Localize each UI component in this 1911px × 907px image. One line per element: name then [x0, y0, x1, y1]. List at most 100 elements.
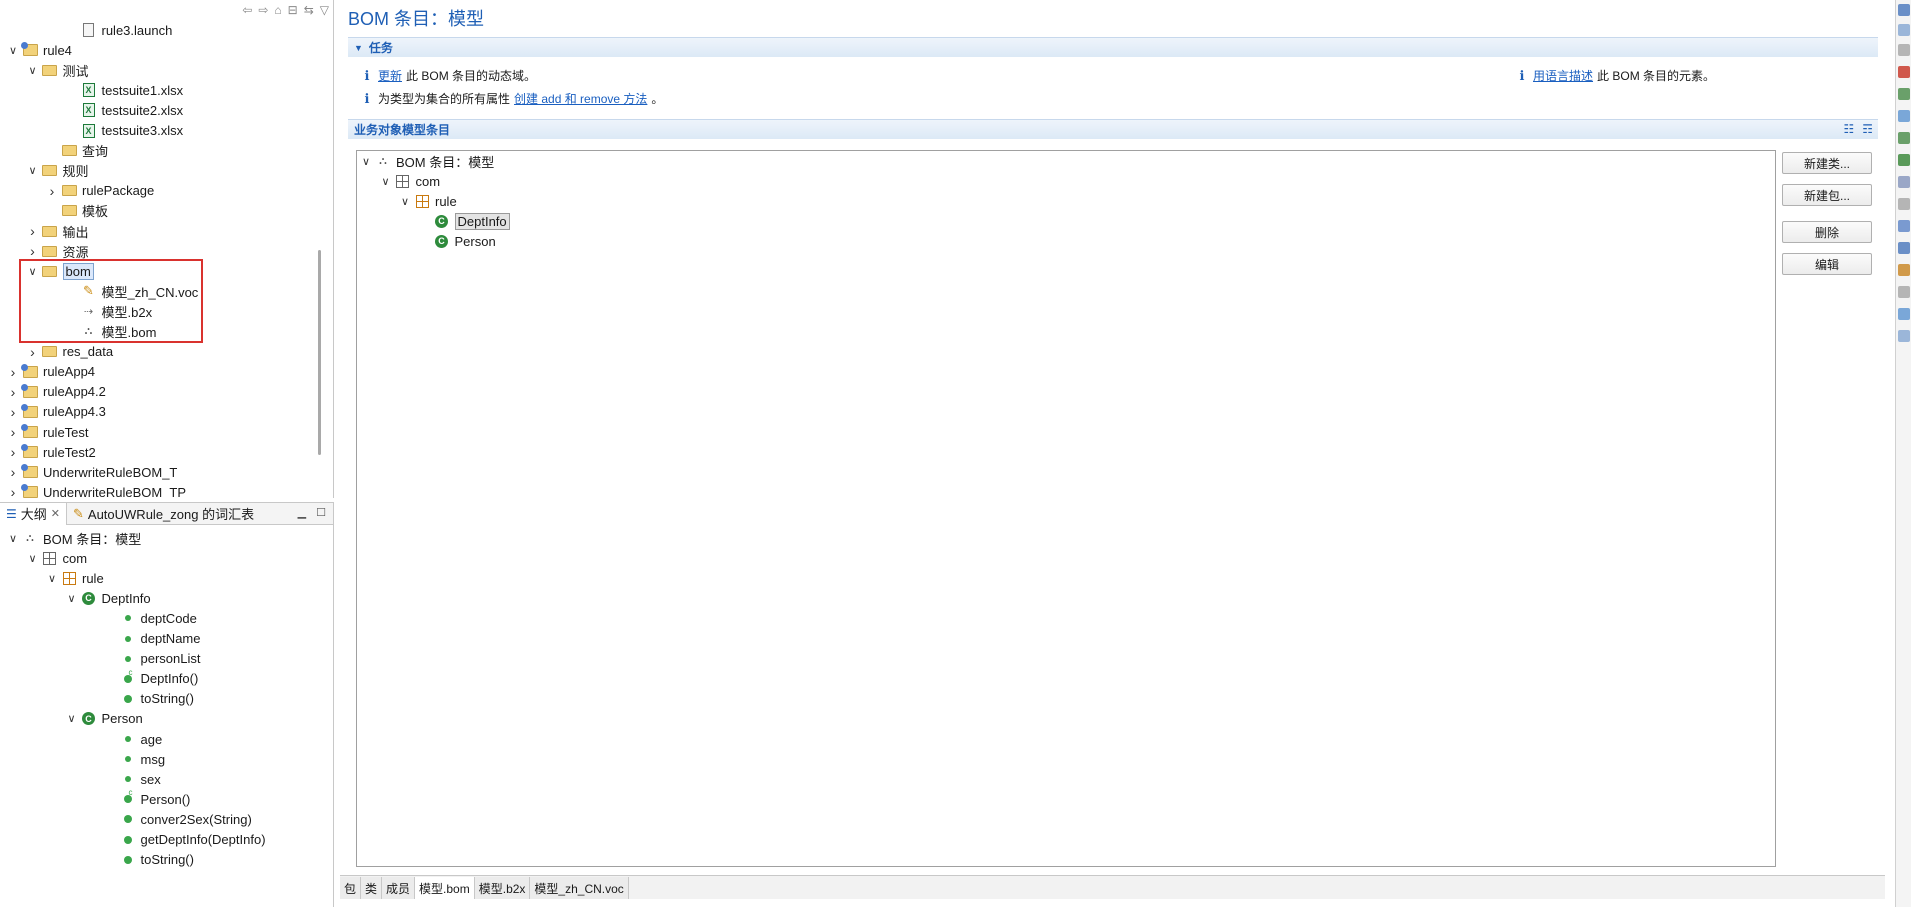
link-editor-icon[interactable]: ⇆ — [304, 3, 314, 17]
chevron-down-icon[interactable]: ∨ — [65, 712, 79, 725]
chevron-down-icon[interactable]: ∨ — [398, 195, 412, 208]
toolbar-icon[interactable] — [1898, 66, 1910, 78]
chevron-down-icon[interactable]: ∨ — [65, 592, 79, 605]
toolbar-icon[interactable] — [1898, 242, 1910, 254]
collapse-all-icon[interactable]: ⊟ — [288, 3, 298, 17]
explorer-tree-item[interactable]: › 输出 — [26, 221, 88, 241]
minimize-icon[interactable]: ▁ — [298, 506, 306, 519]
toolbar-icon[interactable] — [1898, 176, 1910, 188]
editor-page-tab[interactable]: 类 — [361, 877, 383, 899]
edit-button[interactable]: 编辑 — [1782, 253, 1872, 275]
outline-tree-item[interactable]: age — [104, 729, 162, 749]
chevron-right-icon[interactable]: › — [6, 404, 20, 420]
toolbar-icon[interactable] — [1898, 44, 1910, 56]
flat-list-icon[interactable]: ☷ — [1843, 122, 1854, 136]
chevron-right-icon[interactable]: › — [6, 364, 20, 380]
explorer-tree-item[interactable]: › ruleTest — [6, 422, 89, 442]
editor-page-tab[interactable]: 包 — [340, 877, 362, 899]
tab-outline[interactable]: ☰ 大纲 ✕ — [0, 503, 67, 525]
update-link[interactable]: 更新 — [378, 67, 402, 84]
outline-tree-item[interactable]: personList — [104, 649, 200, 669]
explorer-tree-item[interactable]: ∨ 测试 — [26, 60, 88, 80]
editor-page-tab[interactable]: 模型.bom — [415, 877, 475, 899]
chevron-right-icon[interactable]: › — [26, 344, 40, 360]
toolbar-icon[interactable] — [1898, 198, 1910, 210]
chevron-right-icon[interactable]: › — [26, 243, 40, 259]
explorer-tree-item[interactable]: ∨ rule4 — [6, 40, 72, 60]
outline-tree-item[interactable]: DeptInfo() — [104, 668, 198, 689]
new-package-button[interactable]: 新建包... — [1782, 184, 1872, 206]
explorer-tree-item[interactable]: 查询 — [45, 141, 108, 161]
editor-page-tab[interactable]: 模型_zh_CN.voc — [530, 877, 629, 899]
new-class-button[interactable]: 新建类... — [1782, 152, 1872, 174]
chevron-right-icon[interactable]: › — [6, 384, 20, 400]
editor-page-tab[interactable]: 模型.b2x — [474, 877, 531, 899]
chevron-down-icon[interactable]: ∨ — [45, 572, 59, 585]
outline-tree-item[interactable]: conver2Sex(String) — [104, 809, 252, 829]
explorer-tree-item[interactable]: › rulePackage — [45, 181, 155, 201]
explorer-tree-item[interactable]: › ruleTest2 — [6, 442, 96, 462]
explorer-tree-item[interactable]: Xtestsuite1.xlsx — [65, 80, 183, 100]
chevron-right-icon[interactable]: › — [6, 484, 20, 498]
back-icon[interactable]: ⇦ — [242, 3, 252, 17]
outline-tree-item[interactable]: ∨ C DeptInfo — [65, 588, 150, 608]
explorer-tree-item[interactable]: › res_data — [26, 342, 113, 362]
hierarchy-icon[interactable]: ☶ — [1862, 122, 1873, 136]
explorer-tree-item[interactable]: › ruleApp4 — [6, 362, 95, 382]
toolbar-icon[interactable] — [1898, 330, 1910, 342]
outline-tree-item[interactable]: deptName — [104, 629, 200, 649]
tasks-section-header[interactable]: ▼ 任务 — [348, 37, 1878, 57]
tab-vocabulary[interactable]: ✎ AutoUWRule_zong 的词汇表 — [67, 503, 260, 525]
explorer-tree-item[interactable]: › UnderwriteRuleBOM_T — [6, 462, 177, 482]
toolbar-icon[interactable] — [1898, 88, 1910, 100]
chevron-right-icon[interactable]: › — [6, 424, 20, 440]
toolbar-icon[interactable] — [1898, 110, 1910, 122]
bom-tree-item[interactable]: C DeptInfo — [418, 211, 510, 231]
outline-tree-item[interactable]: ∨ C Person — [65, 709, 142, 729]
chevron-right-icon[interactable]: › — [6, 464, 20, 480]
toolbar-icon[interactable] — [1898, 154, 1910, 166]
explorer-tree-item[interactable]: Xtestsuite3.xlsx — [65, 121, 183, 141]
outline-tree-item[interactable]: ∨ ⛬ BOM 条目：模型 — [6, 528, 141, 548]
forward-icon[interactable]: ⇨ — [258, 3, 268, 17]
chevron-down-icon[interactable]: ∨ — [6, 44, 20, 57]
outline-tree-item[interactable]: ∨ rule — [45, 568, 104, 588]
outline-tree-item[interactable]: toString() — [104, 850, 194, 870]
bom-tree-item[interactable]: ∨ com — [379, 171, 440, 191]
outline-tree-item[interactable]: toString() — [104, 689, 194, 709]
toolbar-icon[interactable] — [1898, 286, 1910, 298]
chevron-down-icon[interactable]: ∨ — [26, 164, 40, 177]
chevron-down-icon[interactable]: ∨ — [26, 552, 40, 565]
close-icon[interactable]: ✕ — [51, 507, 60, 520]
toolbar-icon[interactable] — [1898, 4, 1910, 16]
explorer-tree-item[interactable]: › ruleApp4.3 — [6, 402, 106, 422]
chevron-right-icon[interactable]: › — [26, 223, 40, 239]
view-menu-icon[interactable]: ▽ — [320, 3, 329, 17]
chevron-down-icon[interactable]: ∨ — [26, 64, 40, 77]
chevron-down-icon[interactable]: ∨ — [379, 175, 393, 188]
chevron-right-icon[interactable]: › — [6, 444, 20, 460]
verbalize-link[interactable]: 用语言描述 — [1533, 67, 1593, 84]
outline-tree-item[interactable]: getDeptInfo(DeptInfo) — [104, 830, 266, 850]
explorer-tree-item[interactable]: rule3.launch — [65, 20, 172, 40]
toolbar-icon[interactable] — [1898, 132, 1910, 144]
create-add-remove-link[interactable]: 创建 add 和 remove 方法 — [514, 90, 647, 107]
chevron-right-icon[interactable]: › — [45, 183, 59, 199]
editor-page-tab[interactable]: 成员 — [382, 877, 416, 899]
outline-tree-item[interactable]: Person() — [104, 788, 190, 809]
outline-tree-item[interactable]: ∨ com — [26, 548, 87, 568]
toolbar-icon[interactable] — [1898, 264, 1910, 276]
explorer-scrollbar[interactable] — [318, 250, 321, 455]
maximize-icon[interactable]: ☐ — [316, 506, 326, 519]
chevron-down-icon[interactable]: ∨ — [359, 155, 373, 168]
outline-tree-item[interactable]: msg — [104, 749, 165, 769]
toolbar-icon[interactable] — [1898, 24, 1910, 36]
bom-tree-item[interactable]: ∨ rule — [398, 191, 457, 211]
delete-button[interactable]: 删除 — [1782, 221, 1872, 243]
toolbar-icon[interactable] — [1898, 220, 1910, 232]
explorer-tree-item[interactable]: Xtestsuite2.xlsx — [65, 100, 183, 120]
home-icon[interactable]: ⌂ — [274, 3, 281, 17]
toolbar-icon[interactable] — [1898, 308, 1910, 320]
explorer-tree-item[interactable]: ∨ 规则 — [26, 161, 88, 181]
outline-tree-item[interactable]: sex — [104, 769, 161, 789]
